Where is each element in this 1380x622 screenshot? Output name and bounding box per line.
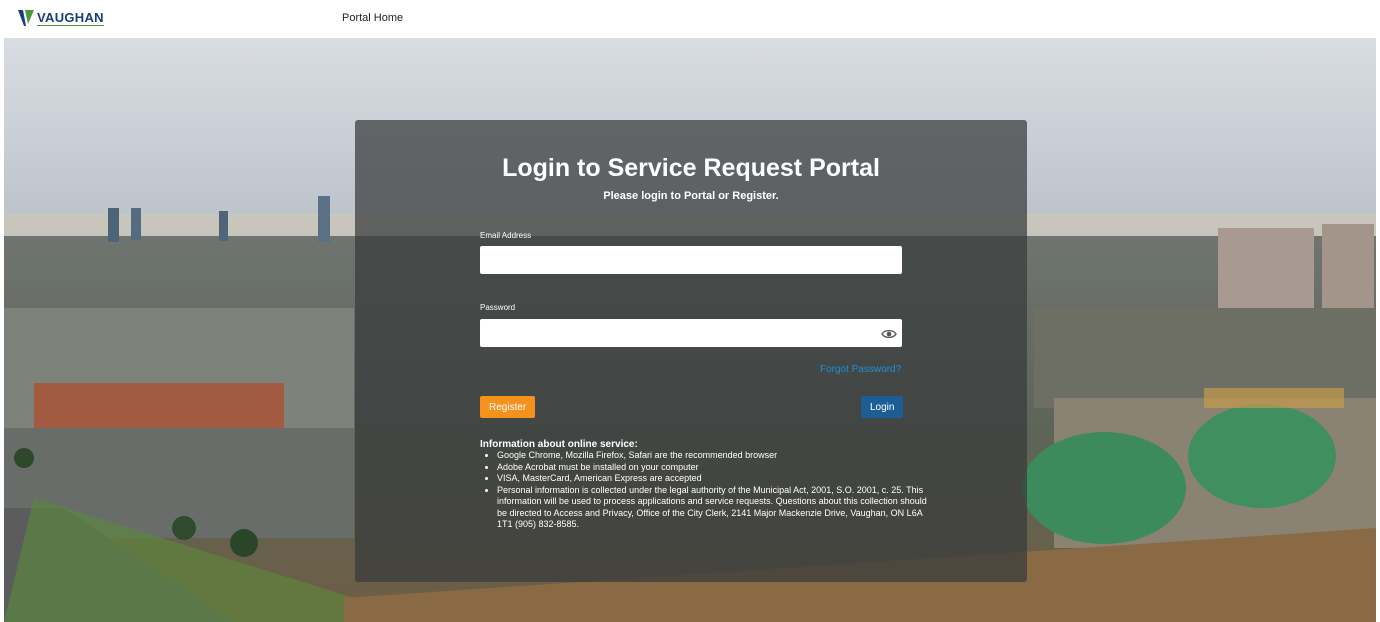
logo-text: VAUGHAN [37,9,104,26]
page-subtitle: Please login to Portal or Register. [603,190,779,202]
info-list: Google Chrome, Mozilla Firefox, Safari a… [480,450,927,531]
hero-background: Login to Service Request Portal Please l… [4,38,1376,622]
info-item-browser: Google Chrome, Mozilla Firefox, Safari a… [497,450,927,462]
email-input[interactable] [480,246,902,274]
forgot-password-link[interactable]: Forgot Password? [820,364,901,375]
eye-icon[interactable] [881,328,897,340]
email-label: Email Address [480,231,532,240]
page-title: Login to Service Request Portal [502,154,880,182]
top-navbar: VAUGHAN Portal Home [0,0,1380,38]
info-item-payment: VISA, MasterCard, American Express are a… [497,473,927,485]
login-panel: Login to Service Request Portal Please l… [355,120,1027,582]
info-title: Information about online service: [480,439,638,450]
vaughan-logo[interactable]: VAUGHAN [18,6,104,30]
login-button[interactable]: Login [861,396,904,418]
vaughan-logo-icon [18,10,34,26]
password-input[interactable] [480,319,902,347]
register-button[interactable]: Register [480,396,536,418]
nav-portal-home[interactable]: Portal Home [342,12,403,24]
info-item-acrobat: Adobe Acrobat must be installed on your … [497,462,927,474]
info-item-privacy: Personal information is collected under … [497,485,927,531]
password-label: Password [480,303,516,312]
